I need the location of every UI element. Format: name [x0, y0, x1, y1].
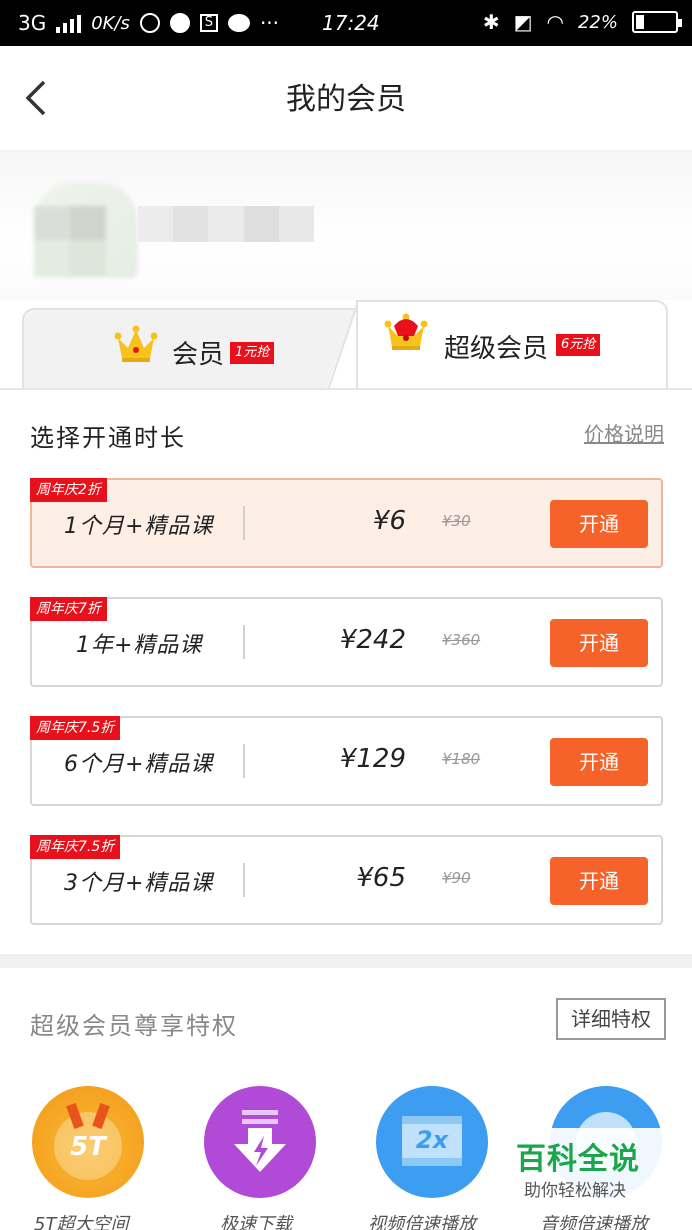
header: 我的会员 [0, 46, 692, 150]
watermark: 百科全说 助你轻松解决 [508, 1128, 668, 1210]
network-type: 3G [18, 11, 47, 35]
plan-option[interactable]: 周年庆7.5折 3个月+精品课 ¥65 ¥90 开通 [30, 835, 663, 925]
tab-super-member-badge: 6元抢 [556, 334, 601, 356]
video-2x-text: 2x [415, 1126, 449, 1154]
watermark-subtitle: 助你轻松解决 [524, 1181, 626, 1201]
username-blurred [138, 206, 315, 242]
plan-option[interactable]: 周年庆2折 1个月+精品课 ¥6 ¥30 开通 [30, 478, 663, 568]
network-speed: 0K/s [91, 12, 130, 34]
membership-tabs: 会员 1元抢 超级会员 6元抢 [0, 300, 692, 390]
discount-tag: 周年庆7.5折 [30, 716, 121, 740]
tab-member-label: 会员 [172, 340, 225, 370]
video-speed-icon[interactable]: 2x [376, 1086, 488, 1198]
tab-member-badge: 1元抢 [230, 342, 275, 364]
battery-percent: 22% [577, 11, 618, 33]
watermark-title: 百科全说 [516, 1142, 640, 1177]
plan-original-price: ¥90 [442, 869, 471, 887]
wifi-icon: ◠ [546, 10, 564, 34]
bluetooth-icon: ✱ [482, 10, 500, 34]
avatar [34, 182, 138, 278]
plan-price: ¥6 [372, 506, 406, 536]
page-title: 我的会员 [286, 82, 406, 117]
section-separator [0, 954, 692, 968]
crown-icon [384, 313, 428, 350]
plan-option[interactable]: 周年庆7折 1年+精品课 ¥242 ¥360 开通 [30, 597, 663, 687]
storage-5t-icon[interactable]: 5T [32, 1086, 144, 1198]
detail-privileges-button[interactable]: 详细特权 [556, 998, 666, 1040]
battery-icon [632, 11, 682, 33]
divider [243, 625, 245, 659]
clock: 17:24 [322, 11, 380, 35]
privilege-label: 5T超大空间 [34, 1214, 129, 1230]
plan-option[interactable]: 周年庆7.5折 6个月+精品课 ¥129 ¥180 开通 [30, 716, 663, 806]
status-bar: 3G 0K/s S ··· 17:24 ✱ ◩ ◠ 22% [0, 0, 692, 46]
privilege-label: 极速下载 [220, 1214, 292, 1230]
open-button[interactable]: 开通 [550, 738, 648, 786]
plan-original-price: ¥360 [442, 631, 481, 649]
s-app-icon: S [199, 14, 218, 32]
plan-name: 3个月+精品课 [64, 871, 214, 896]
plan-name: 1个月+精品课 [64, 514, 214, 539]
privilege-label: 视频倍速播放 [368, 1214, 476, 1230]
open-button[interactable]: 开通 [550, 857, 648, 905]
storage-5t-text: 5T [70, 1132, 106, 1162]
price-note-link[interactable]: 价格说明 [584, 418, 664, 447]
tab-underline [0, 388, 692, 390]
plan-name: 1年+精品课 [76, 633, 203, 658]
plan-original-price: ¥180 [442, 750, 481, 768]
user-profile [0, 150, 692, 300]
privilege-label: 音频倍速播放 [540, 1214, 648, 1230]
plan-original-price: ¥30 [442, 512, 471, 530]
privileges-title: 超级会员尊享特权 [30, 1012, 238, 1040]
tab-member[interactable]: 会员 1元抢 [22, 308, 358, 390]
discount-tag: 周年庆2折 [30, 478, 107, 502]
divider [243, 744, 245, 778]
section-title: 选择开通时长 [30, 424, 186, 452]
plan-name: 6个月+精品课 [64, 752, 214, 777]
plan-price: ¥242 [339, 625, 406, 655]
sync-icon [139, 13, 160, 33]
crown-icon [114, 325, 158, 362]
signal-icon [56, 13, 82, 33]
tab-super-member[interactable]: 超级会员 6元抢 [356, 300, 668, 390]
discount-tag: 周年庆7折 [30, 597, 107, 621]
plan-price: ¥129 [339, 744, 406, 774]
plan-price: ¥65 [356, 863, 406, 893]
divider [243, 863, 245, 897]
chat-icon [227, 14, 250, 32]
status-right: ✱ ◩ ◠ 22% [482, 10, 682, 34]
battery-fill [636, 15, 645, 29]
open-button[interactable]: 开通 [550, 619, 648, 667]
divider [243, 506, 245, 540]
more-icon: ··· [259, 11, 280, 35]
status-left: 3G 0K/s S ··· [18, 11, 279, 35]
download-bolt-icon [234, 1110, 286, 1172]
tab-super-member-label: 超级会员 [444, 334, 549, 364]
fast-download-icon[interactable] [204, 1086, 316, 1198]
app-icon [169, 13, 190, 33]
discount-tag: 周年庆7.5折 [30, 835, 121, 859]
open-button[interactable]: 开通 [550, 500, 648, 548]
tab-divider [326, 300, 360, 390]
mute-icon: ◩ [513, 10, 533, 34]
